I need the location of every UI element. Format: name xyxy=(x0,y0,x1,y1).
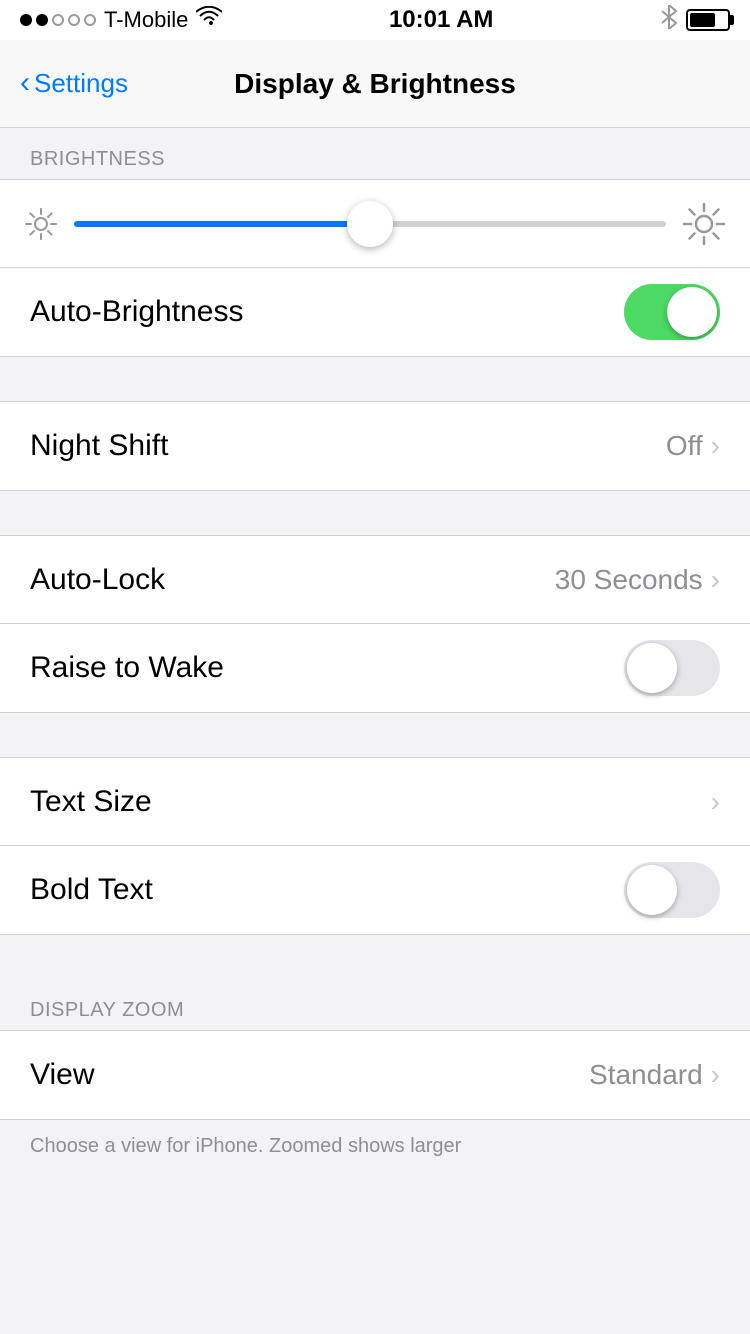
night-shift-row[interactable]: Night Shift Off › xyxy=(0,402,750,490)
back-label: Settings xyxy=(34,68,128,99)
bold-text-label: Bold Text xyxy=(30,873,153,907)
raise-to-wake-row: Raise to Wake xyxy=(0,624,750,712)
slider-thumb[interactable] xyxy=(347,201,393,247)
auto-lock-chevron-icon: › xyxy=(711,564,720,596)
carrier-label: T-Mobile xyxy=(104,7,188,33)
night-shift-group: Night Shift Off › xyxy=(0,401,750,491)
display-zoom-group: View Standard › xyxy=(0,1030,750,1120)
back-chevron-icon: ‹ xyxy=(20,68,30,98)
signal-dot-2 xyxy=(36,14,48,26)
sun-dim-icon xyxy=(24,207,58,241)
raise-to-wake-toggle[interactable] xyxy=(624,640,720,696)
display-zoom-section-header: DISPLAY ZOOM xyxy=(0,979,750,1030)
brightness-slider[interactable] xyxy=(74,221,666,227)
brightness-slider-row[interactable] xyxy=(0,180,750,268)
text-size-label: Text Size xyxy=(30,785,152,819)
chevron-right-icon: › xyxy=(711,430,720,462)
auto-brightness-toggle[interactable] xyxy=(624,284,720,340)
brightness-section-header: BRIGHTNESS xyxy=(0,128,750,179)
auto-brightness-row: Auto-Brightness xyxy=(0,268,750,356)
bluetooth-icon xyxy=(660,5,678,35)
raise-to-wake-label: Raise to Wake xyxy=(30,651,224,685)
signal-dot-5 xyxy=(84,14,96,26)
toggle-thumb xyxy=(667,287,717,337)
back-button[interactable]: ‹ Settings xyxy=(20,68,128,99)
signal-dots xyxy=(20,14,96,26)
status-time: 10:01 AM xyxy=(389,6,493,34)
separator-4 xyxy=(0,935,750,979)
separator-2 xyxy=(0,491,750,535)
view-right: Standard › xyxy=(589,1059,720,1091)
text-size-row[interactable]: Text Size › xyxy=(0,758,750,846)
night-shift-value: Off xyxy=(666,430,703,462)
status-left: T-Mobile xyxy=(20,6,222,34)
auto-brightness-label: Auto-Brightness xyxy=(30,295,243,329)
signal-dot-1 xyxy=(20,14,32,26)
battery-icon xyxy=(686,9,730,31)
display-zoom-footer: Choose a view for iPhone. Zoomed shows l… xyxy=(0,1120,750,1180)
bold-text-toggle[interactable] xyxy=(624,862,720,918)
view-value: Standard xyxy=(589,1059,703,1091)
text-size-right: › xyxy=(711,786,720,818)
separator-1 xyxy=(0,357,750,401)
raise-to-wake-toggle-thumb xyxy=(627,643,677,693)
auto-lock-row[interactable]: Auto-Lock 30 Seconds › xyxy=(0,536,750,624)
night-shift-label: Night Shift xyxy=(30,429,168,463)
separator-3 xyxy=(0,713,750,757)
signal-dot-4 xyxy=(68,14,80,26)
auto-lock-label: Auto-Lock xyxy=(30,563,165,597)
view-label: View xyxy=(30,1058,94,1092)
auto-lock-right: 30 Seconds › xyxy=(555,564,720,596)
night-shift-right: Off › xyxy=(666,430,720,462)
text-size-chevron-icon: › xyxy=(711,786,720,818)
brightness-group: Auto-Brightness xyxy=(0,179,750,357)
battery-fill xyxy=(690,13,715,27)
page-title: Display & Brightness xyxy=(234,68,516,100)
sun-bright-icon xyxy=(682,202,726,246)
bold-text-row: Bold Text xyxy=(0,846,750,934)
text-group: Text Size › Bold Text xyxy=(0,757,750,935)
status-bar: T-Mobile 10:01 AM xyxy=(0,0,750,40)
view-row[interactable]: View Standard › xyxy=(0,1031,750,1119)
lock-group: Auto-Lock 30 Seconds › Raise to Wake xyxy=(0,535,750,713)
view-chevron-icon: › xyxy=(711,1059,720,1091)
status-right xyxy=(660,5,730,35)
signal-dot-3 xyxy=(52,14,64,26)
auto-lock-value: 30 Seconds xyxy=(555,564,703,596)
bold-text-toggle-thumb xyxy=(627,865,677,915)
wifi-icon xyxy=(196,6,222,34)
nav-bar: ‹ Settings Display & Brightness xyxy=(0,40,750,128)
